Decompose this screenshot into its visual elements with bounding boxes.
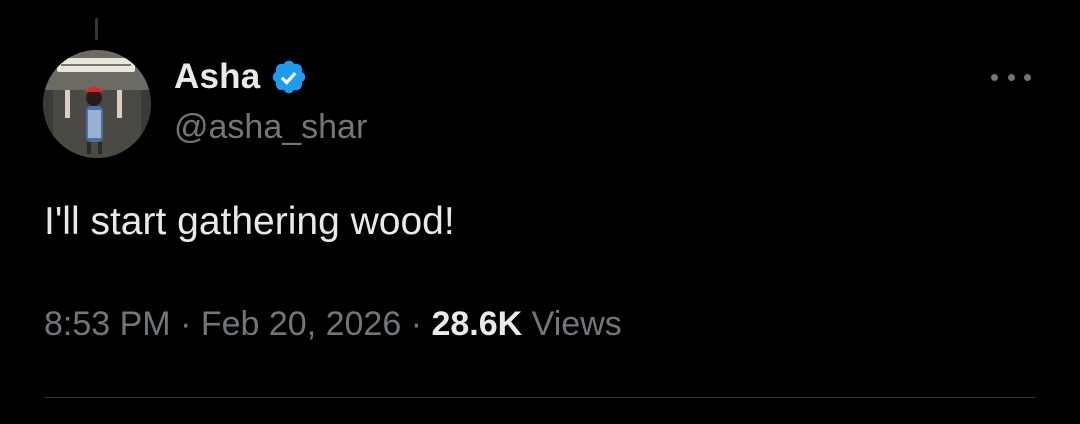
verified-badge-icon[interactable]	[270, 58, 308, 96]
author-display-name[interactable]: Asha	[174, 57, 260, 97]
tweet-metadata: 8:53 PM · Feb 20, 2026 · 28.6K Views	[44, 305, 622, 344]
views-count[interactable]: 28.6K	[431, 305, 522, 343]
author-name-row: Asha	[174, 54, 308, 100]
more-dot	[1007, 73, 1015, 81]
tweet-time[interactable]: 8:53 PM	[44, 305, 171, 343]
more-dot	[1024, 73, 1031, 81]
tweet-date[interactable]: Feb 20, 2026	[201, 305, 401, 343]
views-label[interactable]: Views	[532, 305, 622, 343]
meta-separator: ·	[180, 305, 192, 343]
thread-connector-line	[95, 18, 98, 40]
tweet-text: I'll start gathering wood!	[44, 200, 455, 243]
divider	[44, 397, 1036, 398]
author-avatar[interactable]	[43, 50, 151, 158]
more-dot	[991, 73, 998, 81]
meta-separator: ·	[410, 305, 423, 343]
more-options-icon[interactable]	[987, 60, 1035, 94]
author-handle[interactable]: @asha_shar	[174, 108, 367, 147]
avatar-photo	[43, 50, 151, 158]
